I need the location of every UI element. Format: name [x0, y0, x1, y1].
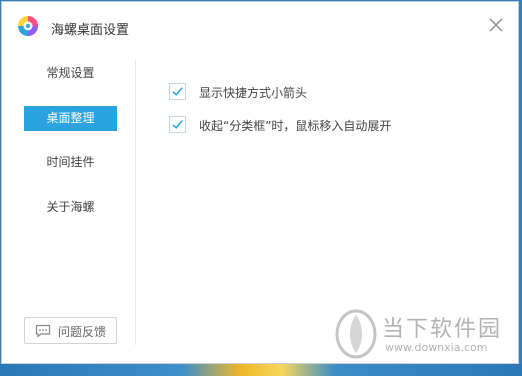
watermark: 当下软件园 www.downxia.com [334, 307, 514, 362]
app-logo-icon [17, 15, 39, 37]
auto-expand-checkbox[interactable] [169, 116, 186, 133]
sidebar-item-about[interactable]: 关于海螺 [24, 195, 117, 220]
title-bar: 海螺桌面设置 [2, 2, 518, 50]
sidebar-item-desktop-organize[interactable]: 桌面整理 [24, 106, 117, 131]
feedback-button[interactable]: 问题反馈 [24, 317, 117, 344]
watermark-logo-icon [334, 307, 378, 359]
shortcut-arrow-checkbox[interactable] [169, 83, 186, 100]
feedback-label: 问题反馈 [58, 325, 107, 339]
auto-expand-label: 收起“分类框”时，鼠标移入自动展开 [199, 119, 392, 133]
sidebar-item-time-widget[interactable]: 时间挂件 [24, 150, 117, 175]
sidebar-item-general[interactable]: 常规设置 [24, 61, 117, 86]
close-icon[interactable] [487, 16, 505, 34]
desktop-background [0, 364, 522, 376]
watermark-name: 当下软件园 [382, 317, 503, 342]
chat-bubble-icon [35, 324, 51, 338]
settings-window: 海螺桌面设置 常规设置 桌面整理 时间挂件 关于海螺 问题反馈 显示快捷方式小箭… [1, 1, 519, 364]
sidebar-divider [135, 60, 136, 345]
window-title: 海螺桌面设置 [51, 23, 130, 38]
shortcut-arrow-label: 显示快捷方式小箭头 [199, 86, 308, 100]
watermark-url: www.downxia.com [385, 341, 488, 354]
